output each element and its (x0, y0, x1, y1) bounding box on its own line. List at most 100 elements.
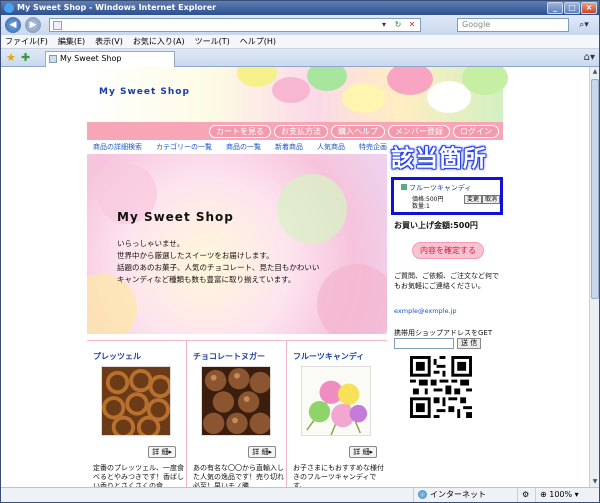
top-navigation: カートを見る お支払方法 購入ヘルプ メンバー登録 ログイン (87, 122, 503, 140)
product-card: フルーツキャンディ 詳 細▸ お子さまにもおすすめな様付きのフルーツキャンディで… (287, 341, 387, 487)
security-zone: インターネット (413, 488, 517, 502)
title-bar: My Sweet Shop - Windows Internet Explore… (1, 1, 599, 15)
login-button[interactable]: ログイン (453, 124, 499, 138)
menu-bar: ファイル(F) 編集(E) 表示(V) お気に入り(A) ツール(T) ヘルプ(… (1, 35, 599, 49)
candy-decoration (277, 174, 347, 244)
close-button[interactable]: × (581, 2, 597, 14)
menu-edit[interactable]: 編集(E) (58, 36, 85, 47)
candy-decoration (272, 77, 310, 103)
zoom-icon: ⊕ (540, 490, 550, 499)
product-name[interactable]: フルーツキャンディ (293, 351, 364, 362)
detail-button[interactable]: 詳 細▸ (349, 446, 377, 458)
cart-icon (401, 184, 407, 190)
menu-tools[interactable]: ツール(T) (195, 36, 230, 47)
product-list: プレッツェル 詳 細▸ 定番のプレッツェル、一度食べるとやみつきです！香ばしい香… (87, 340, 387, 487)
hero-line: いらっしゃいませ。 (117, 239, 185, 248)
globe-icon (418, 490, 427, 499)
hero-text: いらっしゃいませ。 世界中から厳選したスイーツをお届けします。 話題のあのお菓子… (117, 238, 357, 286)
vertical-scrollbar[interactable]: ▲ ▼ (589, 67, 599, 487)
site-logo[interactable]: My Sweet Shop (99, 87, 190, 97)
add-favorite-icon[interactable]: ✚ (21, 52, 30, 63)
cart-item-name[interactable]: フルーツキャンディ (401, 183, 471, 193)
cart-item-quantity: 数量:1 (412, 203, 430, 210)
tab-my-sweet-shop[interactable]: My Sweet Shop (45, 51, 175, 67)
product-description: 定番のプレッツェル、一度食べるとやみつきです！香ばしい香りとさくさくの食 (93, 464, 184, 487)
menu-favorites[interactable]: お気に入り(A) (133, 36, 185, 47)
zone-label: インターネット (430, 490, 486, 499)
candy-decoration (462, 67, 508, 95)
nav-popular-products[interactable]: 人気商品 (317, 142, 345, 152)
view-cart-button[interactable]: カートを見る (209, 124, 271, 138)
product-name[interactable]: チョコレートヌガー (193, 351, 265, 362)
product-description: あの有名な〇〇から直輸入した人気の逸品です！売り切れ必至！早いモノ勝 (193, 464, 284, 487)
candy-decoration (307, 67, 347, 91)
product-description: お子さまにもおすすめな様付きのフルーツキャンディです。 (293, 464, 384, 487)
scrollbar-thumb[interactable] (591, 79, 599, 299)
product-name[interactable]: プレッツェル (93, 351, 141, 362)
tab-bar: ★ ✚ My Sweet Shop ⌂▾ (1, 49, 599, 67)
sidebar: フルーツキャンディ 価格:500円 数量:1 変更 取消 お買い上げ金額:500… (390, 154, 503, 487)
mobile-email-input[interactable] (394, 338, 454, 349)
back-button[interactable]: ◀ (5, 17, 21, 33)
search-icon[interactable]: ⌕▾ (573, 18, 595, 32)
scroll-up-icon[interactable]: ▲ (590, 67, 599, 77)
mobile-address-label: 携帯用ショップアドレスをGET (394, 329, 493, 337)
candy-decoration (237, 67, 277, 87)
candy-decoration (387, 67, 433, 95)
fruit-candy-image[interactable] (301, 366, 371, 436)
hero-banner: My Sweet Shop いらっしゃいませ。 世界中から厳選したスイーツをお届… (87, 154, 387, 334)
nav-special-sale[interactable]: 特売企画 (359, 142, 387, 152)
hero-line: キャンディなど種類も数も豊富に取り揃えています。 (117, 275, 296, 284)
member-register-button[interactable]: メンバー登録 (388, 124, 450, 138)
dropdown-arrow-icon[interactable]: ▾ (377, 19, 391, 31)
stop-icon[interactable]: ✕ (405, 19, 419, 31)
cancel-button[interactable]: 取消 (482, 195, 500, 204)
favorites-star-icon[interactable]: ★ (6, 52, 16, 63)
pretzel-image[interactable] (101, 366, 171, 436)
page-viewport: My Sweet Shop カートを見る お支払方法 購入ヘルプ メンバー登録 … (1, 67, 589, 487)
page-icon (49, 55, 57, 63)
forward-button[interactable]: ▶ (25, 17, 41, 33)
address-bar[interactable]: ▾ ↻ ✕ (49, 18, 421, 32)
detail-button[interactable]: 詳 細▸ (148, 446, 176, 458)
address-toolbar: ◀ ▶ ▾ ↻ ✕ Google ⌕▾ (1, 15, 599, 35)
hero-title: My Sweet Shop (117, 210, 234, 224)
nav-product-list[interactable]: 商品の一覧 (226, 142, 261, 152)
minimize-button[interactable]: _ (547, 2, 563, 14)
home-icon[interactable]: ⌂▾ (584, 52, 595, 63)
purchase-help-button[interactable]: 購入ヘルプ (331, 124, 385, 138)
candy-decoration (342, 83, 386, 113)
detail-button[interactable]: 詳 細▸ (248, 446, 276, 458)
qr-code (410, 356, 472, 418)
cart-item-label: フルーツキャンディ (409, 184, 472, 192)
scroll-down-icon[interactable]: ▼ (590, 477, 599, 487)
send-button[interactable]: 送 信 (457, 338, 482, 349)
chocolate-nougat-image[interactable] (201, 366, 271, 436)
maximize-button[interactable]: □ (564, 2, 580, 14)
menu-help[interactable]: ヘルプ(H) (240, 36, 276, 47)
hero-line: 世界中から厳選したスイーツをお届けします。 (117, 251, 274, 260)
cart-summary-box: フルーツキャンディ 価格:500円 数量:1 変更 取消 (391, 177, 503, 215)
search-input[interactable]: Google (457, 18, 569, 32)
change-button[interactable]: 変更 (464, 195, 483, 204)
browser-window: My Sweet Shop - Windows Internet Explore… (0, 0, 600, 503)
nav-new-products[interactable]: 新着商品 (275, 142, 303, 152)
product-card: プレッツェル 詳 細▸ 定番のプレッツェル、一度食べるとやみつきです！香ばしい香… (87, 341, 187, 487)
refresh-icon[interactable]: ↻ (391, 19, 405, 31)
nav-category-list[interactable]: カテゴリーの一覧 (156, 142, 212, 152)
contact-email-link[interactable]: exmple@exmple.jp (394, 307, 457, 315)
status-bar: インターネット ⚙ ⊕ 100% ▾ (1, 487, 599, 502)
zoom-control[interactable]: ⊕ 100% ▾ (535, 488, 597, 502)
page-icon (53, 21, 62, 30)
shop-page: My Sweet Shop カートを見る お支払方法 購入ヘルプ メンバー登録 … (87, 67, 508, 487)
menu-view[interactable]: 表示(V) (95, 36, 123, 47)
product-card: チョコレートヌガー 詳 細▸ あの有名な〇〇から直輸入した人気の逸品です！売り切… (187, 341, 287, 487)
zoom-level: 100% (549, 490, 573, 499)
tab-label: My Sweet Shop (60, 54, 122, 63)
confirm-order-button[interactable]: 内容を確定する (412, 242, 484, 259)
payment-method-button[interactable]: お支払方法 (274, 124, 328, 138)
callout-label: 該当箇所 (391, 146, 487, 172)
window-title: My Sweet Shop - Windows Internet Explore… (17, 3, 217, 12)
nav-advanced-search[interactable]: 商品の詳細検索 (93, 142, 142, 152)
menu-file[interactable]: ファイル(F) (5, 36, 48, 47)
